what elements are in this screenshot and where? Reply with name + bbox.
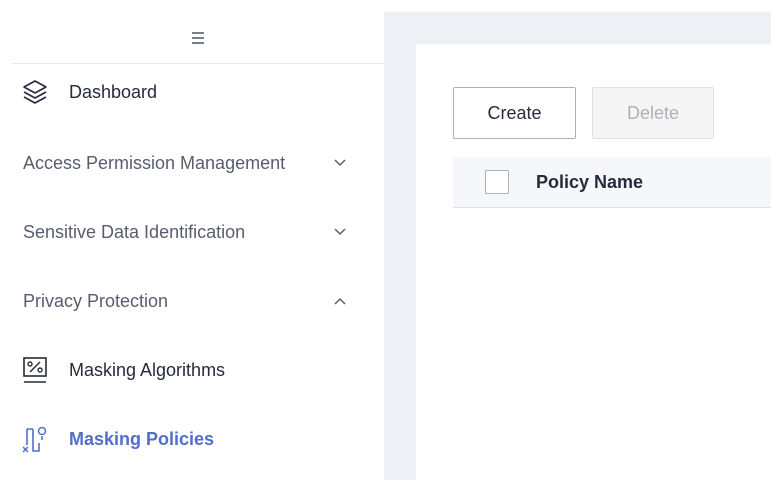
- sidebar-item-access-permission-management[interactable]: Access Permission Management: [12, 148, 384, 178]
- chevron-down-icon: [330, 153, 350, 173]
- sidebar-item-sensitive-data-identification[interactable]: Sensitive Data Identification: [12, 217, 384, 247]
- hamburger-icon[interactable]: [186, 28, 210, 48]
- masking-policy-icon: [21, 424, 49, 454]
- delete-button[interactable]: Delete: [592, 87, 714, 139]
- table-header: Policy Name: [453, 157, 771, 208]
- sidebar-item-label: Sensitive Data Identification: [23, 221, 246, 242]
- sidebar-item-label: Access Permission Management: [23, 152, 286, 173]
- sidebar-item-label: Masking Policies: [69, 428, 215, 449]
- sidebar-header: [12, 12, 384, 64]
- sidebar-item-masking-algorithms[interactable]: Masking Algorithms: [12, 352, 384, 388]
- sidebar-item-label: Dashboard: [69, 81, 158, 102]
- chevron-down-icon: [330, 222, 350, 242]
- sidebar-item-label: Masking Algorithms: [69, 359, 226, 380]
- sidebar-item-label: Privacy Protection: [23, 290, 169, 311]
- sidebar-item-privacy-protection[interactable]: Privacy Protection: [12, 286, 384, 316]
- sidebar-item-masking-policies[interactable]: Masking Policies: [12, 421, 384, 457]
- select-all-checkbox[interactable]: [485, 170, 509, 194]
- chevron-up-icon: [330, 291, 350, 311]
- create-button[interactable]: Create: [453, 87, 576, 139]
- percent-box-icon: [21, 355, 49, 385]
- column-header-policy-name[interactable]: Policy Name: [536, 172, 643, 193]
- layers-icon: [21, 77, 49, 107]
- sidebar-item-dashboard[interactable]: Dashboard: [12, 74, 384, 110]
